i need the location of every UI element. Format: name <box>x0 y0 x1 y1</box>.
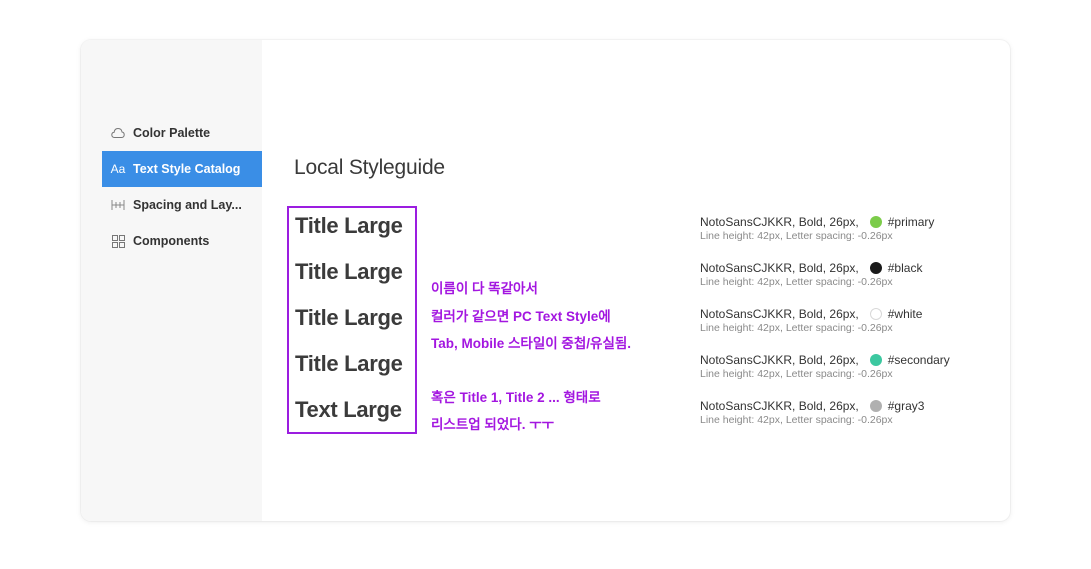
annotation-line: Tab, Mobile 스타일이 중첩/유실됨. <box>431 336 632 351</box>
color-swatch <box>869 262 882 274</box>
spec-color-name: #gray3 <box>887 399 925 413</box>
spec-meta: Line height: 42px, Letter spacing: -0.26… <box>700 276 893 288</box>
color-swatch <box>869 400 882 412</box>
text-style-sample: Title Large <box>295 259 403 284</box>
spec-font: NotoSansCJKKR, Bold, 26px, <box>700 307 859 321</box>
sidebar-item-color-palette[interactable]: Color Palette <box>102 115 262 151</box>
spec-font: NotoSansCJKKR, Bold, 26px, <box>700 261 859 275</box>
spec-color-name: #primary <box>887 215 935 229</box>
main-content: Local Styleguide Title Large Title Large… <box>262 40 1010 521</box>
annotation-line: 컬러가 같으면 PC Text Style에 <box>431 309 611 324</box>
annotation-line: 이름이 다 똑같아서 <box>431 281 538 296</box>
cloud-icon <box>111 126 125 140</box>
grid-icon <box>111 234 125 248</box>
sidebar-item-label: Components <box>133 234 210 248</box>
spec-meta: Line height: 42px, Letter spacing: -0.26… <box>700 230 893 242</box>
sidebar-item-label: Spacing and Lay... <box>133 198 242 212</box>
sidebar-item-label: Color Palette <box>133 126 211 140</box>
spec-meta: Line height: 42px, Letter spacing: -0.26… <box>700 368 893 380</box>
text-style-spec: NotoSansCJKKR, Bold, 26px, #white Line h… <box>700 306 1000 334</box>
sidebar-item-text-style-catalog[interactable]: Aa Text Style Catalog <box>102 151 262 187</box>
spec-meta: Line height: 42px, Letter spacing: -0.26… <box>700 414 893 426</box>
text-style-sample: Text Large <box>295 397 402 422</box>
text-style-samples-highlight: Title Large Title Large Title Large Titl… <box>287 206 417 434</box>
sidebar: Color Palette Aa Text Style Catalog Spac… <box>81 40 262 521</box>
aa-text-icon: Aa <box>110 162 126 176</box>
color-swatch <box>869 216 882 228</box>
spec-color-name: #black <box>887 261 923 275</box>
sidebar-item-label: Text Style Catalog <box>133 162 241 176</box>
spec-color-name: #white <box>887 307 923 321</box>
text-style-spec: NotoSansCJKKR, Bold, 26px, #primary Line… <box>700 214 1000 242</box>
text-style-sample: Title Large <box>295 305 403 330</box>
spacing-icon <box>111 198 125 212</box>
spec-meta: Line height: 42px, Letter spacing: -0.26… <box>700 322 893 334</box>
color-swatch <box>869 308 882 320</box>
text-style-sample: Title Large <box>295 351 403 376</box>
page-title: Local Styleguide <box>294 156 445 179</box>
text-style-sample: Title Large <box>295 213 403 238</box>
sidebar-item-spacing-and-layout[interactable]: Spacing and Lay... <box>102 187 262 223</box>
text-style-spec: NotoSansCJKKR, Bold, 26px, #black Line h… <box>700 260 1000 288</box>
spec-color-name: #secondary <box>887 353 950 367</box>
color-swatch <box>869 354 882 366</box>
sidebar-item-components[interactable]: Components <box>102 223 262 259</box>
styleguide-window: Color Palette Aa Text Style Catalog Spac… <box>81 40 1010 521</box>
sidebar-nav: Color Palette Aa Text Style Catalog Spac… <box>102 115 262 259</box>
spec-font: NotoSansCJKKR, Bold, 26px, <box>700 215 859 229</box>
annotation-line: 리스트업 되었다. ㅜㅜ <box>431 417 555 432</box>
spec-font: NotoSansCJKKR, Bold, 26px, <box>700 353 859 367</box>
annotation-line: 혹은 Title 1, Title 2 ... 형태로 <box>431 390 601 405</box>
text-style-spec: NotoSansCJKKR, Bold, 26px, #gray3 Line h… <box>700 398 1000 426</box>
text-style-spec: NotoSansCJKKR, Bold, 26px, #secondary Li… <box>700 352 1000 380</box>
spec-font: NotoSansCJKKR, Bold, 26px, <box>700 399 859 413</box>
